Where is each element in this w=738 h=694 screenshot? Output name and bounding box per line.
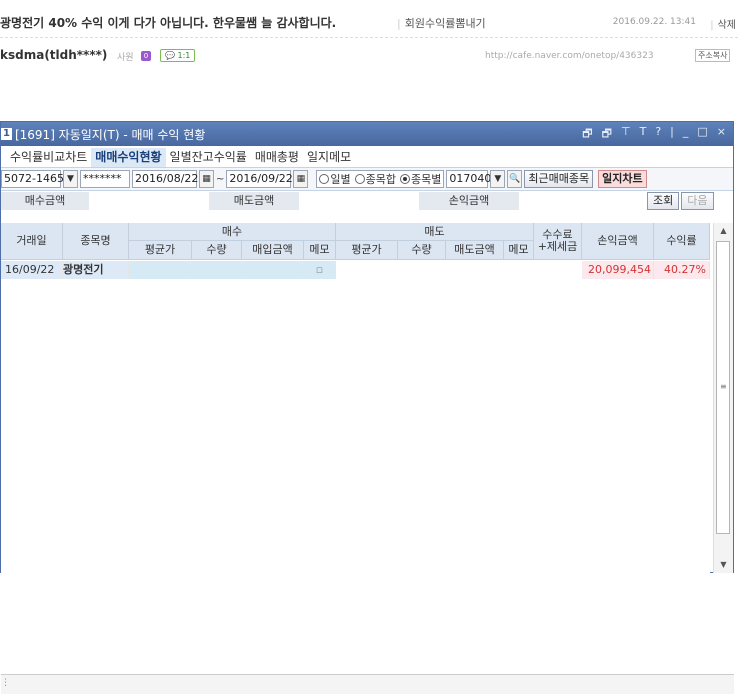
restore-icon[interactable]: 🗗 bbox=[582, 125, 592, 144]
close-icon[interactable]: × bbox=[717, 125, 726, 144]
search-icon[interactable]: 🔍 bbox=[507, 170, 523, 188]
tab-journal-memo[interactable]: 일지메모 bbox=[303, 148, 355, 167]
radio-icon bbox=[319, 174, 330, 184]
tab-trade-profit[interactable]: 매매수익현황 bbox=[91, 148, 166, 167]
vertical-scrollbar[interactable]: ▲ ≡ ▼ bbox=[713, 223, 733, 573]
account-dropdown-icon[interactable]: ▼ bbox=[63, 170, 78, 188]
row-date: 16/09/22 bbox=[1, 261, 63, 279]
separator: | bbox=[670, 124, 674, 138]
author-level: 사원 bbox=[117, 53, 134, 63]
help-icon[interactable]: ? bbox=[655, 125, 661, 144]
radio-daily[interactable]: 일별 bbox=[319, 171, 351, 187]
account-field[interactable]: 5072-1465 bbox=[1, 170, 64, 188]
tile-icon[interactable]: 🗗 bbox=[602, 125, 612, 144]
calendar-icon[interactable]: ▦ bbox=[293, 170, 309, 188]
col-sell-memo-header: 메모 bbox=[504, 241, 534, 260]
window-number-badge: 1 bbox=[1, 128, 12, 140]
sell-amount-value bbox=[299, 191, 419, 210]
journal-chart-button[interactable]: 일지차트 bbox=[598, 170, 647, 188]
pin-icon[interactable]: ⊤ bbox=[621, 125, 631, 144]
resize-grip-icon[interactable]: ⋮ bbox=[1, 678, 10, 688]
row-buy-avg bbox=[129, 261, 192, 279]
radio-daily-label: 일별 bbox=[330, 173, 351, 186]
col-date-header: 거래일 bbox=[1, 223, 63, 260]
col-sell-amount-header: 매도금액 bbox=[446, 241, 504, 260]
col-sell-avg-header: 평균가 bbox=[336, 241, 398, 260]
divider bbox=[0, 37, 738, 38]
copy-address-button[interactable]: 주소복사 bbox=[695, 49, 731, 62]
date-to-field[interactable]: 2016/09/22 bbox=[226, 170, 293, 188]
radio-by-item-label: 종목별 bbox=[411, 173, 442, 186]
title-bar[interactable]: 1 [1691] 자동일지(T) - 매매 수익 현황 🗗 🗗 ⊤ T ? | … bbox=[1, 122, 733, 146]
sell-group-header: 매도 bbox=[336, 223, 534, 241]
col-sell-qty-header: 수량 bbox=[398, 241, 446, 260]
memo-icon[interactable]: ▫ bbox=[304, 261, 336, 279]
sell-amount-label: 매도금액 bbox=[209, 191, 299, 210]
scroll-down-icon[interactable]: ▼ bbox=[714, 557, 733, 573]
level-badge-icon: 0 bbox=[141, 51, 151, 61]
view-mode-radio-group: 일별 종목합 종목별 bbox=[316, 170, 445, 188]
post-title: 광명전기 40% 수익 이게 다가 아닙니다. 한우물쌤 늘 감사합니다. bbox=[0, 16, 337, 30]
calendar-icon[interactable]: ▦ bbox=[199, 170, 214, 188]
post-category-link[interactable]: 회원수익률뽐내기 bbox=[397, 15, 486, 31]
chat-button[interactable]: 💬 1:1 bbox=[160, 49, 196, 62]
row-pl-amount: 20,099,454 bbox=[582, 261, 654, 279]
date-range-tilde: ~ bbox=[216, 173, 225, 185]
tab-daily-balance[interactable]: 일별잔고수익률 bbox=[166, 148, 251, 167]
col-rate-header: 수익률 bbox=[654, 223, 710, 260]
radio-by-item[interactable]: 종목별 bbox=[400, 171, 441, 187]
row-buy-amount bbox=[242, 261, 304, 279]
app-window: 1 [1691] 자동일지(T) - 매매 수익 현황 🗗 🗗 ⊤ T ? | … bbox=[0, 121, 734, 694]
next-button[interactable]: 다음 bbox=[681, 191, 714, 210]
chat-label: 1:1 bbox=[177, 51, 191, 60]
profit-table: 거래일 종목명 매수 매도 수수료 +제세금 손익금액 수익률 평균가 수량 매… bbox=[1, 223, 710, 573]
radio-total[interactable]: 종목합 bbox=[354, 171, 397, 187]
recent-trades-button[interactable]: 최근매매종목 bbox=[524, 170, 594, 188]
author-name[interactable]: ksdma(tldh****) bbox=[0, 48, 107, 62]
font-icon[interactable]: T bbox=[640, 125, 647, 144]
radio-selected-icon bbox=[400, 174, 411, 184]
query-button[interactable]: 조회 bbox=[647, 191, 680, 210]
col-pl-header: 손익금액 bbox=[582, 223, 654, 260]
col-name-header: 종목명 bbox=[63, 223, 129, 260]
radio-total-label: 종목합 bbox=[365, 173, 397, 186]
row-buy-qty bbox=[192, 261, 242, 279]
tab-bar: 수익률비교차트 매매수익현황 일별잔고수익률 매매총평 일지메모 bbox=[1, 146, 733, 167]
window-controls: 🗗 🗗 ⊤ T ? | _ □ × bbox=[582, 125, 733, 144]
window-title: [1691] 자동일지(T) - 매매 수익 현황 bbox=[14, 127, 206, 142]
buy-amount-value bbox=[89, 191, 209, 210]
minimize-icon[interactable]: _ bbox=[683, 125, 689, 144]
buy-amount-label: 매수금액 bbox=[1, 191, 89, 210]
post-date: 2016.09.22. 13:41 bbox=[612, 17, 696, 27]
summary-bar: 매수금액 매도금액 손익금액 조회 다음 bbox=[1, 190, 733, 210]
scroll-thumb[interactable]: ≡ bbox=[716, 241, 730, 534]
col-buy-memo-header: 메모 bbox=[304, 241, 336, 260]
status-bar: ⋮ bbox=[1, 674, 734, 694]
col-buy-avg-header: 평균가 bbox=[129, 241, 192, 260]
code-dropdown-icon[interactable]: ▼ bbox=[490, 170, 506, 188]
stock-code-field[interactable]: 017040 bbox=[446, 170, 491, 188]
grip-icon: ≡ bbox=[720, 382, 727, 391]
col-fee-header: 수수료 +제세금 bbox=[534, 223, 582, 260]
row-stock-name: 광명전기 bbox=[63, 261, 129, 279]
row-return-rate: 40.27% bbox=[654, 261, 710, 279]
tab-trade-review[interactable]: 매매총평 bbox=[251, 148, 303, 167]
pl-amount-label: 손익금액 bbox=[419, 191, 519, 210]
col-buy-qty-header: 수량 bbox=[192, 241, 242, 260]
tab-return-chart[interactable]: 수익률비교차트 bbox=[6, 148, 91, 167]
date-from-field[interactable]: 2016/08/22 bbox=[132, 170, 198, 188]
radio-icon bbox=[354, 174, 365, 184]
pl-amount-value bbox=[519, 191, 647, 210]
delete-link[interactable]: 삭제 bbox=[710, 16, 736, 31]
password-field[interactable]: ******* bbox=[80, 170, 130, 188]
scroll-up-icon[interactable]: ▲ bbox=[714, 223, 733, 239]
col-buy-amount-header: 매입금액 bbox=[242, 241, 304, 260]
post-url[interactable]: http://cafe.naver.com/onetop/436323 bbox=[485, 51, 654, 61]
buy-group-header: 매수 bbox=[129, 223, 336, 241]
toolbar: 5072-1465 ▼ ******* 2016/08/22 ▦ ~ 2016/… bbox=[1, 167, 733, 190]
maximize-icon[interactable]: □ bbox=[697, 125, 707, 144]
